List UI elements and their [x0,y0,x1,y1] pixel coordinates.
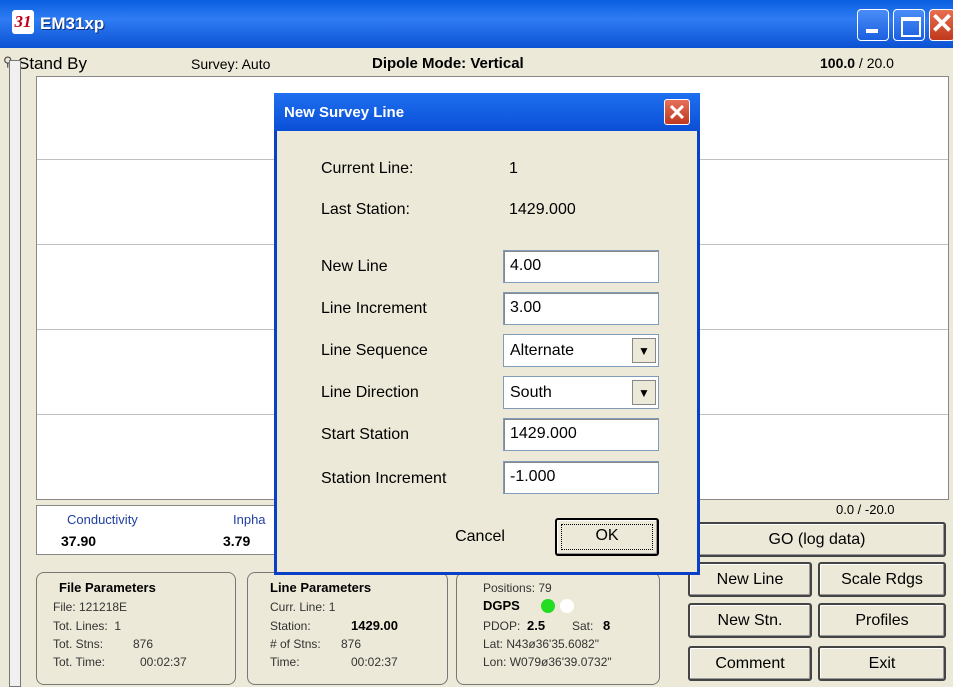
inphase-value: 3.79 [223,533,251,549]
total-lines: Tot. Lines: 1 [53,619,122,633]
new-station-button[interactable]: New Stn. [688,603,812,638]
go-log-data-button[interactable]: GO (log data) [688,522,946,557]
scale-top: 100.0 / 20.0 [820,55,894,71]
scale-label: Scale Rdgs [841,571,923,588]
gps-status-light-green [541,599,555,613]
survey-mode: Survey: Auto [191,56,271,72]
exit-label: Exit [868,655,896,672]
file-name: File: 121218E [53,600,128,614]
total-stations-label: Tot. Stns: [53,637,104,651]
focus-rect [561,524,653,550]
current-line: Curr. Line: 1 [270,600,336,614]
conductivity-value: 37.90 [61,533,97,549]
vertical-slider[interactable] [9,60,21,687]
profiles-label: Profiles [855,612,909,629]
station-increment-label: Station Increment [321,470,447,487]
line-increment-field[interactable]: 3.00 [503,292,659,325]
sat-value: 8 [603,618,611,633]
status-state: Stand By [18,54,87,73]
pdop-label: PDOP: [483,619,521,633]
scale-top-value: 100.0 [820,55,856,71]
num-stations-label: # of Stns: [270,637,321,651]
dialog-title-bar: New Survey Line ✕ [274,93,700,131]
line-sequence-label: Line Sequence [321,342,428,359]
line-increment-label: Line Increment [321,300,427,317]
line-direction-value: South [510,384,552,401]
scale-readings-button[interactable]: Scale Rdgs [818,562,946,597]
readings-box: Conductivity 37.90 Inpha 3.79 [36,505,286,555]
current-line-value: 1 [509,160,518,177]
file-params-title: File Parameters [59,580,156,595]
start-station-label: Start Station [321,426,410,443]
line-direction-select[interactable]: South ▼ [503,376,659,409]
new-station-label: New Stn. [717,612,783,629]
gps-mode: DGPS [483,598,520,613]
latitude: Lat: N43ø36'35.6082" [483,637,599,651]
scale-top-min: / 20.0 [855,55,894,71]
maximize-button[interactable] [893,9,925,41]
dialog-close-button[interactable]: ✕ [664,99,690,125]
total-time: 00:02:37 [140,655,187,669]
new-survey-line-dialog: New Survey Line ✕ Current Line: 1 Last S… [274,93,700,575]
station-value: 1429.00 [351,618,398,633]
conductivity-label: Conductivity [67,512,138,527]
total-time-label: Tot. Time: [53,655,106,669]
file-parameters-panel: File Parameters File: 121218E Tot. Lines… [36,572,236,685]
app-logo: 31 [12,10,34,34]
line-sequence-select[interactable]: Alternate ▼ [503,334,659,367]
station-label: Station: [270,619,311,633]
window-title: EM31xp [40,14,105,33]
dialog-title: New Survey Line [284,104,405,121]
dropdown-arrow-icon[interactable]: ▼ [632,380,656,405]
inphase-label: Inpha [233,512,266,527]
new-line-label: New Line [321,258,388,275]
gps-status-light-white [560,599,574,613]
dropdown-arrow-icon[interactable]: ▼ [632,338,656,363]
line-time: 00:02:37 [351,655,398,669]
scale-bottom: 0.0 / -20.0 [836,502,895,517]
dipole-mode: Dipole Mode: Vertical [372,55,524,72]
new-line-label: New Line [716,571,784,588]
sat-label: Sat: [572,619,594,633]
longitude: Lon: W079ø36'39.0732" [483,655,612,669]
line-params-title: Line Parameters [270,580,372,595]
gps-panel: Positions: 79 DGPS PDOP: 2.5 Sat: 8 Lat:… [456,572,660,685]
start-station-field[interactable]: 1429.000 [503,418,659,451]
go-label: GO (log data) [768,531,866,548]
minimize-button[interactable] [857,9,889,41]
status-header: ⚲ Stand By Survey: Auto Dipole Mode: Ver… [0,48,953,76]
pdop-value: 2.5 [527,618,546,633]
current-line-label: Current Line: [321,160,414,177]
last-station-label: Last Station: [321,201,410,218]
cancel-button[interactable]: Cancel [429,518,531,556]
new-line-button[interactable]: New Line [688,562,812,597]
new-line-field[interactable]: 4.00 [503,250,659,283]
cancel-label: Cancel [455,528,505,545]
comment-button[interactable]: Comment [688,646,812,681]
station-increment-field[interactable]: -1.000 [503,461,659,494]
line-sequence-value: Alternate [510,342,575,359]
close-button[interactable]: ✕ [929,9,953,41]
total-stations: 876 [133,637,154,651]
profiles-button[interactable]: Profiles [818,603,946,638]
positions: Positions: 79 [483,581,552,595]
title-bar: 31 EM31xp ✕ [0,0,953,48]
ok-button[interactable]: OK [555,518,659,556]
line-parameters-panel: Line Parameters Curr. Line: 1 Station: 1… [247,572,448,685]
line-time-label: Time: [270,655,300,669]
line-direction-label: Line Direction [321,384,419,401]
exit-button[interactable]: Exit [818,646,946,681]
comment-label: Comment [715,655,785,672]
last-station-value: 1429.000 [509,201,576,218]
num-stations: 876 [341,637,362,651]
